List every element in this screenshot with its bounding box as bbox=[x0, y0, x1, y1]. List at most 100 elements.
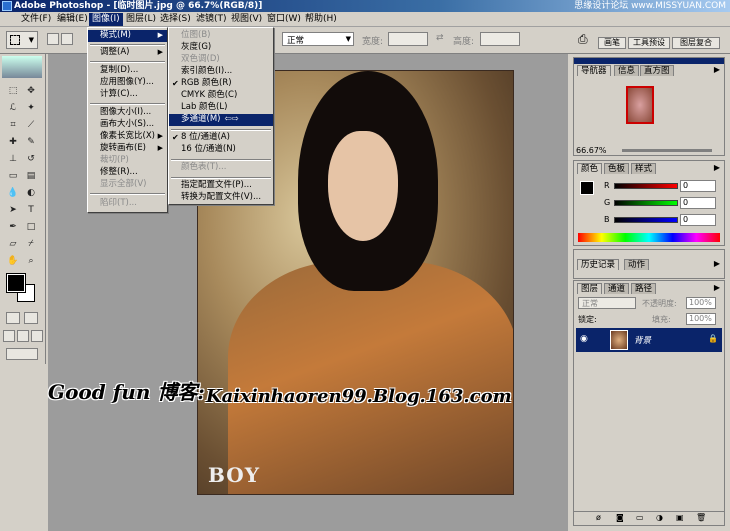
mode-cmyk[interactable]: CMYK 颜色(C) bbox=[169, 90, 273, 102]
tab-history[interactable]: 历史记录 bbox=[577, 259, 620, 270]
new-selection-button[interactable] bbox=[47, 33, 59, 45]
menu-item-mode[interactable]: 模式(M) ▶ bbox=[88, 30, 167, 42]
adobe-online-icon[interactable] bbox=[2, 56, 42, 78]
channel-r-value[interactable]: 0 bbox=[680, 180, 716, 192]
layer-name[interactable]: 背景 bbox=[634, 334, 651, 346]
new-layer-icon[interactable]: ▣ bbox=[676, 513, 684, 522]
tab-paths[interactable]: 路径 bbox=[631, 283, 657, 294]
marquee-tool-icon[interactable]: ⬚ bbox=[6, 84, 20, 98]
zoom-slider[interactable] bbox=[622, 149, 712, 152]
color-ramp[interactable] bbox=[578, 233, 720, 242]
panel-menu-icon[interactable]: ▶ bbox=[714, 283, 720, 292]
channel-g-value[interactable]: 0 bbox=[680, 197, 716, 209]
new-set-icon[interactable]: ▭ bbox=[636, 513, 644, 522]
zoom-level[interactable]: 66.67% bbox=[576, 146, 607, 155]
stamp-tool-icon[interactable]: ⊥ bbox=[6, 152, 20, 166]
menu-item-rotate-canvas[interactable]: 旋转画布(E) ▶ bbox=[88, 143, 167, 155]
mode-indexed[interactable]: 索引颜色(I)... bbox=[169, 66, 273, 78]
pen-tool-icon[interactable]: ✒ bbox=[6, 220, 20, 234]
screen-mode-3-button[interactable] bbox=[31, 330, 43, 342]
menu-file[interactable]: 文件(F) bbox=[18, 13, 54, 26]
panel-menu-icon[interactable]: ▶ bbox=[714, 163, 720, 172]
panel-menu-icon[interactable]: ▶ bbox=[714, 65, 720, 74]
gradient-tool-icon[interactable]: ▤ bbox=[24, 169, 38, 183]
mode-rgb[interactable]: ✔ RGB 颜色(R) bbox=[169, 78, 273, 90]
channel-b-value[interactable]: 0 bbox=[680, 214, 716, 226]
lasso-tool-icon[interactable]: ℒ bbox=[6, 101, 20, 115]
tab-color[interactable]: 颜色 bbox=[577, 163, 603, 174]
menu-layer[interactable]: 图层(L) bbox=[123, 13, 159, 26]
blend-mode-select[interactable]: 正常 bbox=[578, 297, 636, 309]
eyedropper-icon[interactable]: ⌿ bbox=[24, 237, 38, 251]
channel-b-slider[interactable] bbox=[614, 217, 678, 223]
panel-menu-icon[interactable]: ▶ bbox=[714, 259, 720, 268]
tab-swatches[interactable]: 色板 bbox=[604, 163, 630, 174]
mode-convert-profile[interactable]: 转换为配置文件(V)... bbox=[169, 192, 273, 204]
dodge-tool-icon[interactable]: ◐ bbox=[24, 186, 38, 200]
blur-tool-icon[interactable]: 💧 bbox=[6, 186, 20, 200]
screen-mode-2-button[interactable] bbox=[17, 330, 29, 342]
layer-style-icon[interactable]: ø bbox=[596, 513, 601, 522]
layer-comps-button[interactable]: 图层复合 bbox=[672, 37, 720, 49]
tool-presets-button[interactable]: 工具预设 bbox=[628, 37, 670, 49]
mode-multichannel[interactable]: 多通道(M) ⇦⇨ bbox=[169, 114, 273, 126]
menu-item-image-size[interactable]: 图像大小(I)... bbox=[88, 107, 167, 119]
path-select-icon[interactable]: ➤ bbox=[6, 203, 20, 217]
menu-select[interactable]: 选择(S) bbox=[157, 13, 194, 26]
tab-channels[interactable]: 通道 bbox=[604, 283, 630, 294]
menu-item-trim[interactable]: 修整(R)... bbox=[88, 167, 167, 179]
opacity-value[interactable]: 100% bbox=[686, 297, 716, 309]
visibility-eye-icon[interactable]: ◉ bbox=[580, 334, 588, 344]
swap-icon[interactable]: ⇄ bbox=[436, 33, 444, 43]
jump-to-imageready-button[interactable] bbox=[6, 348, 38, 360]
tab-styles[interactable]: 样式 bbox=[631, 163, 657, 174]
add-selection-button[interactable] bbox=[61, 33, 73, 45]
layer-mask-icon[interactable]: ◙ bbox=[616, 513, 624, 522]
file-browser-icon[interactable]: ⎙ bbox=[578, 32, 588, 47]
fill-value[interactable]: 100% bbox=[686, 313, 716, 325]
brush-tool-icon[interactable]: ✎ bbox=[24, 135, 38, 149]
mode-assign-profile[interactable]: 指定配置文件(P)... bbox=[169, 180, 273, 192]
move-tool-icon[interactable]: ✥ bbox=[24, 84, 38, 98]
channel-r-slider[interactable] bbox=[614, 183, 678, 189]
height-field[interactable] bbox=[480, 32, 520, 46]
history-brush-icon[interactable]: ↺ bbox=[24, 152, 38, 166]
standard-mode-button[interactable] bbox=[6, 312, 20, 324]
tab-navigator[interactable]: 导航器 bbox=[577, 65, 611, 76]
tool-preset-picker[interactable]: ▼ bbox=[6, 31, 38, 49]
color-fg-swatch[interactable] bbox=[580, 181, 594, 195]
style-select[interactable]: 正常 ▼ bbox=[282, 32, 354, 46]
healing-brush-icon[interactable]: ✚ bbox=[6, 135, 20, 149]
layer-row-background[interactable]: ◉ 背景 🔒 bbox=[576, 328, 722, 352]
magic-wand-icon[interactable]: ✦ bbox=[24, 101, 38, 115]
menu-view[interactable]: 视图(V) bbox=[228, 13, 265, 26]
trash-icon[interactable]: 🗑 bbox=[696, 513, 706, 522]
menu-item-adjust[interactable]: 调整(A) ▶ bbox=[88, 47, 167, 59]
crop-tool-icon[interactable]: ⌗ bbox=[6, 118, 20, 132]
tab-actions[interactable]: 动作 bbox=[624, 259, 650, 270]
channel-g-slider[interactable] bbox=[614, 200, 678, 206]
menu-item-canvas-size[interactable]: 画布大小(S)... bbox=[88, 119, 167, 131]
menu-help[interactable]: 帮助(H) bbox=[302, 13, 340, 26]
menu-filter[interactable]: 滤镜(T) bbox=[193, 13, 230, 26]
menu-image[interactable]: 图像(I) bbox=[89, 13, 123, 26]
menu-item-apply-image[interactable]: 应用图像(Y)... bbox=[88, 77, 167, 89]
notes-tool-icon[interactable]: ▱ bbox=[6, 237, 20, 251]
tab-info[interactable]: 信息 bbox=[614, 65, 640, 76]
mode-8bit[interactable]: ✔ 8 位/通道(A) bbox=[169, 132, 273, 144]
adjustment-layer-icon[interactable]: ◑ bbox=[656, 513, 663, 522]
menu-item-calculations[interactable]: 计算(C)... bbox=[88, 89, 167, 101]
brushes-button[interactable]: 画笔 bbox=[598, 37, 626, 49]
type-tool-icon[interactable]: T bbox=[24, 203, 38, 217]
zoom-tool-icon[interactable]: ⌕ bbox=[24, 254, 38, 268]
mode-16bit[interactable]: 16 位/通道(N) bbox=[169, 144, 273, 156]
width-field[interactable] bbox=[388, 32, 428, 46]
shape-tool-icon[interactable]: □ bbox=[24, 220, 38, 234]
tab-histogram[interactable]: 直方图 bbox=[640, 65, 674, 76]
tab-layers[interactable]: 图层 bbox=[577, 283, 603, 294]
slice-tool-icon[interactable]: ⟋ bbox=[24, 118, 38, 132]
eraser-tool-icon[interactable]: ▭ bbox=[6, 169, 20, 183]
screen-mode-1-button[interactable] bbox=[3, 330, 15, 342]
hand-tool-icon[interactable]: ✋ bbox=[6, 254, 20, 268]
quickmask-mode-button[interactable] bbox=[24, 312, 38, 324]
